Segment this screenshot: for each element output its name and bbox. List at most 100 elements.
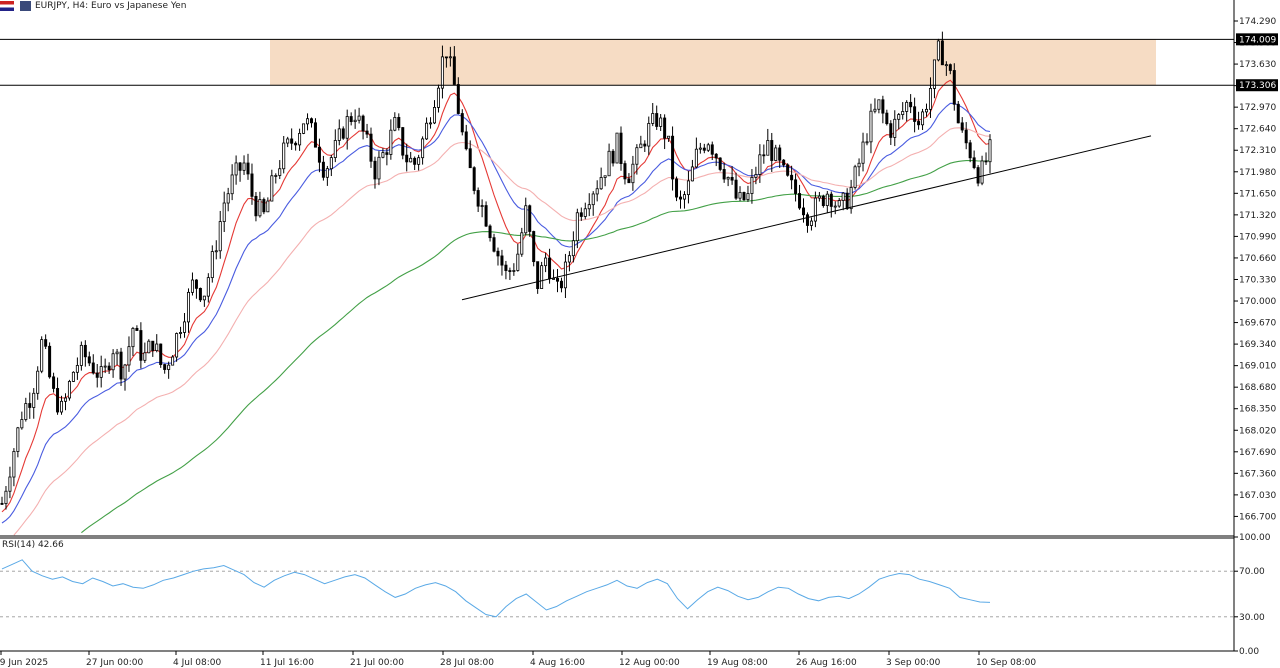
candle-body xyxy=(79,344,83,366)
candle-body xyxy=(813,197,817,222)
candle-body xyxy=(472,167,476,191)
price-tick-label: 172.970 xyxy=(1239,103,1276,113)
candle-body xyxy=(667,135,671,139)
candle-body xyxy=(750,177,754,194)
candle-body xyxy=(857,162,861,168)
candle-body xyxy=(587,204,591,210)
candle-body xyxy=(444,56,448,59)
candle-body xyxy=(456,84,460,114)
candle-body xyxy=(742,192,746,200)
candle-body xyxy=(718,157,722,170)
candle-body xyxy=(67,381,71,399)
candle-body xyxy=(246,162,250,175)
candle-body xyxy=(353,119,357,123)
candle-body xyxy=(421,138,425,159)
candle-body xyxy=(12,451,16,478)
candle-body xyxy=(825,193,829,206)
candle-body xyxy=(948,64,952,71)
candle-body xyxy=(536,261,540,289)
candle-body xyxy=(921,111,925,126)
candle-body xyxy=(270,175,274,202)
candle-body xyxy=(909,101,913,108)
candle-body xyxy=(964,129,968,144)
candle-body xyxy=(671,135,675,180)
rsi-label: RSI(14) 42.66 xyxy=(2,540,64,550)
price-tick-label: 169.670 xyxy=(1239,319,1276,329)
candle-body xyxy=(325,168,329,178)
candle-body xyxy=(135,327,139,331)
candle-body xyxy=(663,117,667,139)
price-tick-label: 173.630 xyxy=(1239,60,1276,70)
candle-body xyxy=(214,250,218,253)
candle-body xyxy=(889,123,893,138)
candle-body xyxy=(778,147,782,161)
candle-body xyxy=(754,174,758,178)
ema-blue-line xyxy=(1,102,991,524)
candle-body xyxy=(516,253,520,271)
candle-body xyxy=(869,110,873,143)
candle-body xyxy=(544,257,548,267)
candle-body xyxy=(222,202,226,222)
candle-body xyxy=(4,490,8,504)
time-tick-label: 28 Jul 08:00 xyxy=(440,658,494,668)
candle-body xyxy=(651,113,655,124)
candle-body xyxy=(186,291,190,323)
candle-body xyxy=(44,339,48,347)
candle-body xyxy=(968,142,972,159)
candle-body xyxy=(16,427,20,452)
candle-body xyxy=(306,118,310,125)
time-tick-label: 4 Jul 08:00 xyxy=(173,658,222,668)
candle-body xyxy=(357,115,361,121)
candle-body xyxy=(917,121,921,126)
candle-body xyxy=(107,365,111,371)
candle-body xyxy=(349,116,353,123)
candle-body xyxy=(925,108,929,113)
candle-body xyxy=(210,251,214,279)
candle-body xyxy=(706,144,710,151)
price-tick-label: 169.340 xyxy=(1239,340,1276,350)
candle-body xyxy=(714,153,718,159)
candle-body xyxy=(230,174,234,195)
candle-body xyxy=(496,250,500,257)
candle-body xyxy=(508,270,512,272)
resistance-zone-layer xyxy=(270,39,1156,86)
candle-body xyxy=(679,196,683,200)
candle-body xyxy=(333,140,337,159)
time-tick-label: 11 Jul 16:00 xyxy=(260,658,314,668)
candle-body xyxy=(623,163,627,180)
candle-body xyxy=(436,87,440,108)
candle-body xyxy=(595,188,599,195)
candle-body xyxy=(567,255,571,263)
candle-body xyxy=(103,365,107,368)
candle-body xyxy=(583,208,587,217)
candle-body xyxy=(865,141,869,144)
price-tick-label: 167.030 xyxy=(1239,491,1276,501)
candle-body xyxy=(183,321,187,333)
candle-body xyxy=(952,70,956,105)
candle-body xyxy=(143,352,147,361)
time-tick-label: 10 Sep 08:00 xyxy=(976,658,1036,668)
candle-body xyxy=(60,400,64,413)
candle-body xyxy=(940,40,944,66)
candle-body xyxy=(956,103,960,124)
candle-body xyxy=(702,147,706,151)
rsi-tick-label: 100.00 xyxy=(1239,533,1271,543)
time-axis: 19 Jun 2025 27 Jun 00:00 4 Jul 08:00 11 Jul… xyxy=(0,651,1036,668)
candle-body xyxy=(762,154,766,157)
candle-body xyxy=(377,156,381,180)
candle-body xyxy=(218,221,222,252)
moving-average-layer xyxy=(1,79,991,536)
candle-body xyxy=(631,163,635,184)
candle-body xyxy=(881,99,885,114)
chart-canvas[interactable]: 174.290173.960173.630173.300172.970172.6… xyxy=(0,0,1280,668)
price-tick-label: 170.000 xyxy=(1239,297,1276,307)
candle-body xyxy=(397,117,401,128)
candle-body xyxy=(726,176,730,180)
candle-body xyxy=(83,344,87,358)
candle-body xyxy=(528,205,532,232)
candle-body xyxy=(548,257,552,280)
candle-body xyxy=(393,117,397,131)
candle-body xyxy=(659,117,663,127)
price-tick-label: 170.660 xyxy=(1239,254,1276,264)
candle-body xyxy=(766,140,770,156)
